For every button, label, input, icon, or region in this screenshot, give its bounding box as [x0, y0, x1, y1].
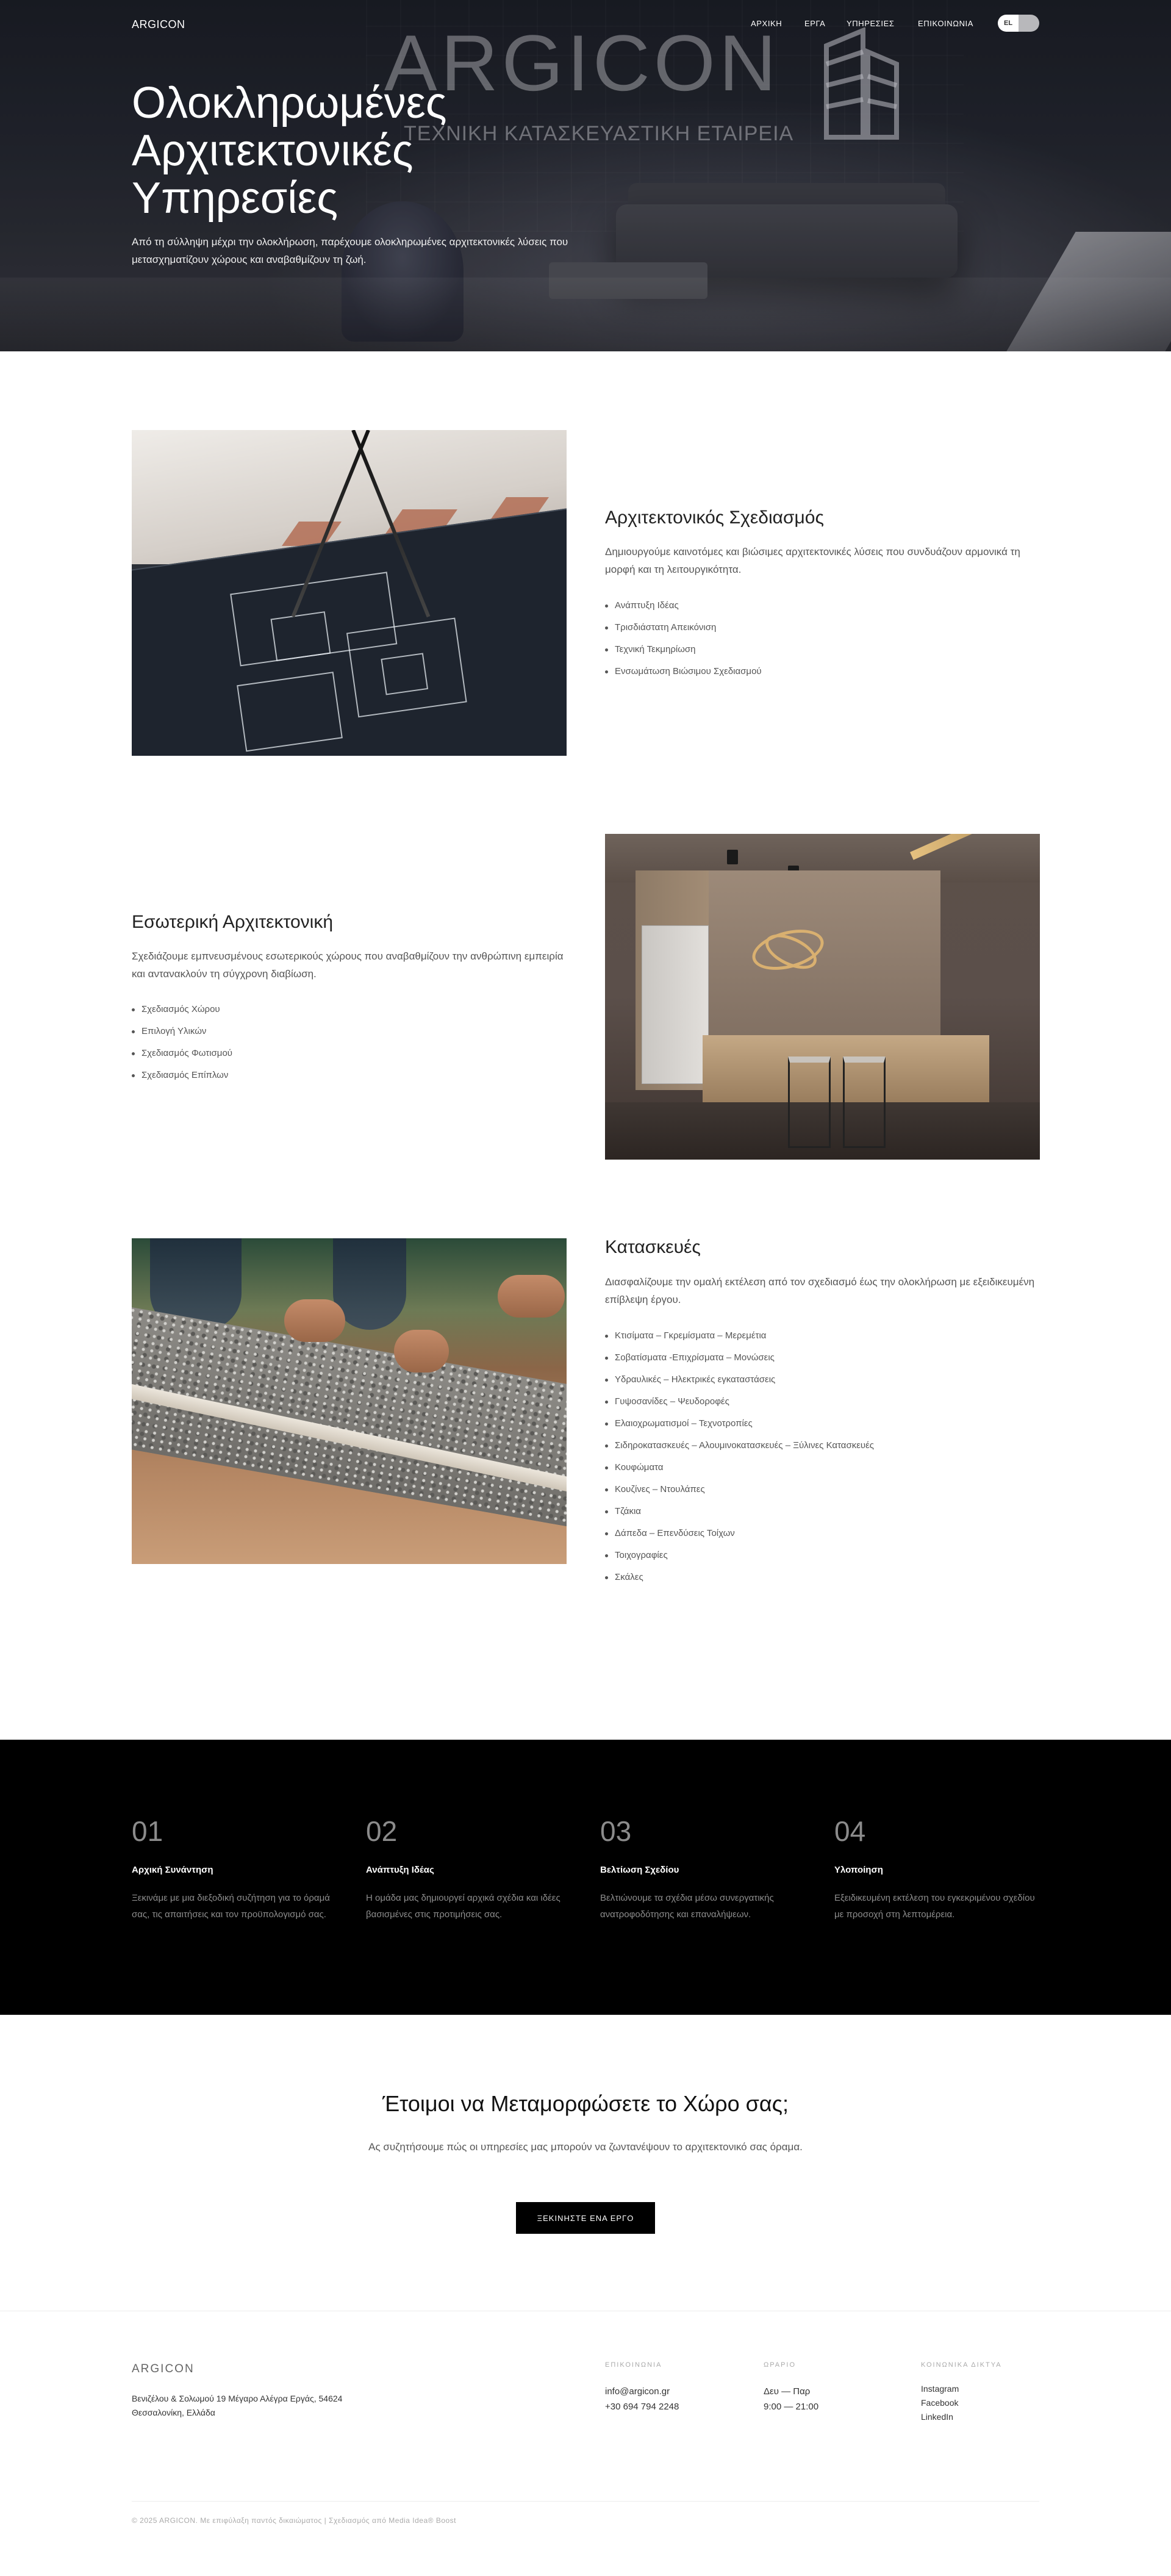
- cta-text: Ας συζητήσουμε πώς οι υπηρεσίες μας μπορ…: [368, 2141, 803, 2153]
- process-step-text: Ξεκινάμε με μια διεξοδική συζήτηση για τ…: [132, 1893, 330, 1920]
- worker-hand: [498, 1275, 565, 1318]
- list-item: Τοιχογραφίες: [605, 1545, 874, 1566]
- footer-hours-heading: ΩΡΑΡΙΟ: [764, 2361, 797, 2369]
- list-item: Τρισδιάστατη Απεικόνιση: [605, 617, 762, 639]
- worker-hand: [394, 1330, 449, 1372]
- service-title-interior-architecture: Εσωτερική Αρχιτεκτονική: [132, 912, 334, 932]
- process-step-number: 01: [132, 1815, 163, 1847]
- list-item: Δάπεδα – Επενδύσεις Τοίχων: [605, 1523, 874, 1545]
- process-step-title: Ανάπτυξη Ιδέας: [366, 1865, 434, 1875]
- bar-stool: [843, 1057, 886, 1148]
- process-step-text: Βελτιώνουμε τα σχέδια μέσω συνεργατικής …: [600, 1893, 774, 1920]
- list-item: Σιδηροκατασκευές – Αλουμινοκατασκευές – …: [605, 1435, 874, 1457]
- social-link-linkedin[interactable]: LinkedIn: [921, 2410, 953, 2424]
- process-step-text: Εξειδικευμένη εκτέλεση του εγκεκριμένου …: [834, 1893, 1035, 1920]
- process-step-number: 04: [834, 1815, 866, 1847]
- service-list-interior-architecture: Σχεδιασμός Χώρου Επιλογή Υλικών Σχεδιασμ…: [132, 999, 232, 1086]
- footer-social-heading: ΚΟΙΝΩΝΙΚΑ ΔΙΚΤΥΑ: [921, 2361, 1002, 2369]
- service-title-construction: Κατασκευές: [605, 1237, 701, 1257]
- service-image-construction: [132, 1238, 567, 1564]
- process-step-number: 03: [600, 1815, 632, 1847]
- service-description-interior-architecture: Σχεδιάζουμε εμπνευσμένους εσωτερικούς χώ…: [132, 950, 564, 980]
- kitchen-fridge: [642, 925, 709, 1084]
- worker-hand: [284, 1299, 345, 1342]
- footer-address-line-1: Βενιζέλου & Σολωμού 19 Μέγαρο Αλέγρα Εργ…: [132, 2394, 343, 2403]
- hero-intro-text: Από τη σύλληψη μέχρι την ολοκλήρωση, παρ…: [132, 236, 568, 265]
- page-title-line-3: Υπηρεσίες: [132, 174, 338, 223]
- language-toggle[interactable]: EL: [998, 15, 1039, 32]
- footer-address-line-2: Θεσσαλονίκη, Ελλάδα: [132, 2408, 215, 2417]
- concrete-slab: [132, 1305, 567, 1531]
- service-list-architectural-design: Ανάπτυξη Ιδέας Τρισδιάστατη Απεικόνιση Τ…: [605, 595, 762, 683]
- footer-address: Βενιζέλου & Σολωμού 19 Μέγαρο Αλέγρα Εργ…: [132, 2392, 406, 2420]
- list-item: Σχεδιασμός Φωτισμού: [132, 1042, 232, 1064]
- list-item: Τεχνική Τεκμηρίωση: [605, 639, 762, 661]
- process-step-number: 02: [366, 1815, 398, 1847]
- building-logo-icon: [824, 27, 899, 140]
- nav-link-contact[interactable]: ΕΠΙΚΟΙΝΩΝΙΑ: [918, 19, 973, 28]
- footer-copyright: © 2025 ARGICON. Με επιφύλαξη παντός δικα…: [132, 2516, 457, 2525]
- page-title-line-2: Αρχιτεκτονικές: [132, 126, 414, 175]
- cta-title: Έτοιμοι να Μεταμορφώσετε το Χώρο σας;: [382, 2091, 789, 2116]
- list-item: Τζάκια: [605, 1501, 874, 1523]
- footer-email-link[interactable]: info@argicon.gr: [605, 2384, 670, 2399]
- service-description-construction: Διασφαλίζουμε την ομαλή εκτέλεση από τον…: [605, 1276, 1035, 1305]
- list-item: Υδραυλικές – Ηλεκτρικές εγκαταστάσεις: [605, 1369, 874, 1391]
- list-item: Ελαιοχρωματισμοί – Τεχνοτροπίες: [605, 1413, 874, 1435]
- process-step-text: Η ομάδα μας δημιουργεί αρχικά σχέδια και…: [366, 1893, 560, 1920]
- list-item: Γυψοσανίδες – Ψευδοροφές: [605, 1391, 874, 1413]
- process-step-title: Βελτίωση Σχεδίου: [600, 1865, 679, 1875]
- footer-days: Δευ — Παρ: [764, 2386, 811, 2397]
- list-item: Σοβατίσματα -Επιχρίσματα – Μονώσεις: [605, 1347, 874, 1369]
- floorplan-line: [381, 653, 429, 695]
- nav-logo[interactable]: ARGICON: [132, 18, 185, 31]
- floorplan-line: [270, 611, 331, 661]
- list-item: Κουζίνες – Ντουλάπες: [605, 1479, 874, 1501]
- footer-bottom-divider: [132, 2501, 1039, 2502]
- list-item: Ανάπτυξη Ιδέας: [605, 595, 762, 617]
- start-project-button[interactable]: ΞΕΚΙΝΗΣΤΕ ΕΝΑ ΕΡΓΟ: [516, 2202, 655, 2234]
- ceiling-spotlight: [727, 850, 738, 864]
- hero-section: ARGICON ΤΕΧΝΙΚΗ ΚΑΤΑΣΚΕΥΑΣΤΙΚΗ ΕΤΑΙΡΕΙΑ …: [0, 0, 1171, 351]
- page-title: Ολοκληρωμένες Αρχιτεκτονικές Υπηρεσίες: [132, 79, 620, 222]
- process-section: 01 Αρχική Συνάντηση Ξεκινάμε με μια διεξ…: [0, 1740, 1171, 2015]
- footer-logo[interactable]: ARGICON: [132, 2363, 195, 2376]
- process-step-title: Αρχική Συνάντηση: [132, 1865, 213, 1875]
- floorplan-line: [237, 672, 343, 752]
- list-item: Επιλογή Υλικών: [132, 1021, 232, 1042]
- service-image-architectural-design: [132, 430, 567, 756]
- bar-stool: [788, 1057, 831, 1148]
- social-link-facebook[interactable]: Facebook: [921, 2396, 958, 2410]
- language-label: EL: [1004, 20, 1013, 27]
- footer-phone-link[interactable]: +30 694 794 2248: [605, 2399, 679, 2414]
- footer-hours: 9:00 — 21:00: [764, 2402, 819, 2412]
- service-image-interior-architecture: [605, 834, 1040, 1160]
- list-item: Σχεδιασμός Επίπλων: [132, 1064, 232, 1086]
- service-title-architectural-design: Αρχιτεκτονικός Σχεδιασμός: [605, 508, 824, 528]
- nav-link-projects[interactable]: ΕΡΓΑ: [804, 19, 825, 28]
- list-item: Κουφώματα: [605, 1457, 874, 1479]
- footer-contact-heading: ΕΠΙΚΟΙΝΩΝΙΑ: [605, 2361, 662, 2369]
- list-item: Σκάλες: [605, 1566, 874, 1588]
- process-step-title: Υλοποίηση: [834, 1865, 883, 1875]
- list-item: Σχεδιασμός Χώρου: [132, 999, 232, 1021]
- social-link-instagram[interactable]: Instagram: [921, 2382, 959, 2396]
- list-item: Ενσωμάτωση Βιώσιμου Σχεδιασμού: [605, 661, 762, 683]
- service-list-construction: Κτισίματα – Γκρεμίσματα – Μερεμέτια Σοβα…: [605, 1325, 874, 1588]
- page-title-line-1: Ολοκληρωμένες: [132, 79, 447, 127]
- service-description-architectural-design: Δημιουργούμε καινοτόμες και βιώσιμες αρχ…: [605, 546, 1020, 575]
- list-item: Κτισίματα – Γκρεμίσματα – Μερεμέτια: [605, 1325, 874, 1347]
- nav-link-services[interactable]: ΥΠΗΡΕΣΙΕΣ: [847, 19, 895, 28]
